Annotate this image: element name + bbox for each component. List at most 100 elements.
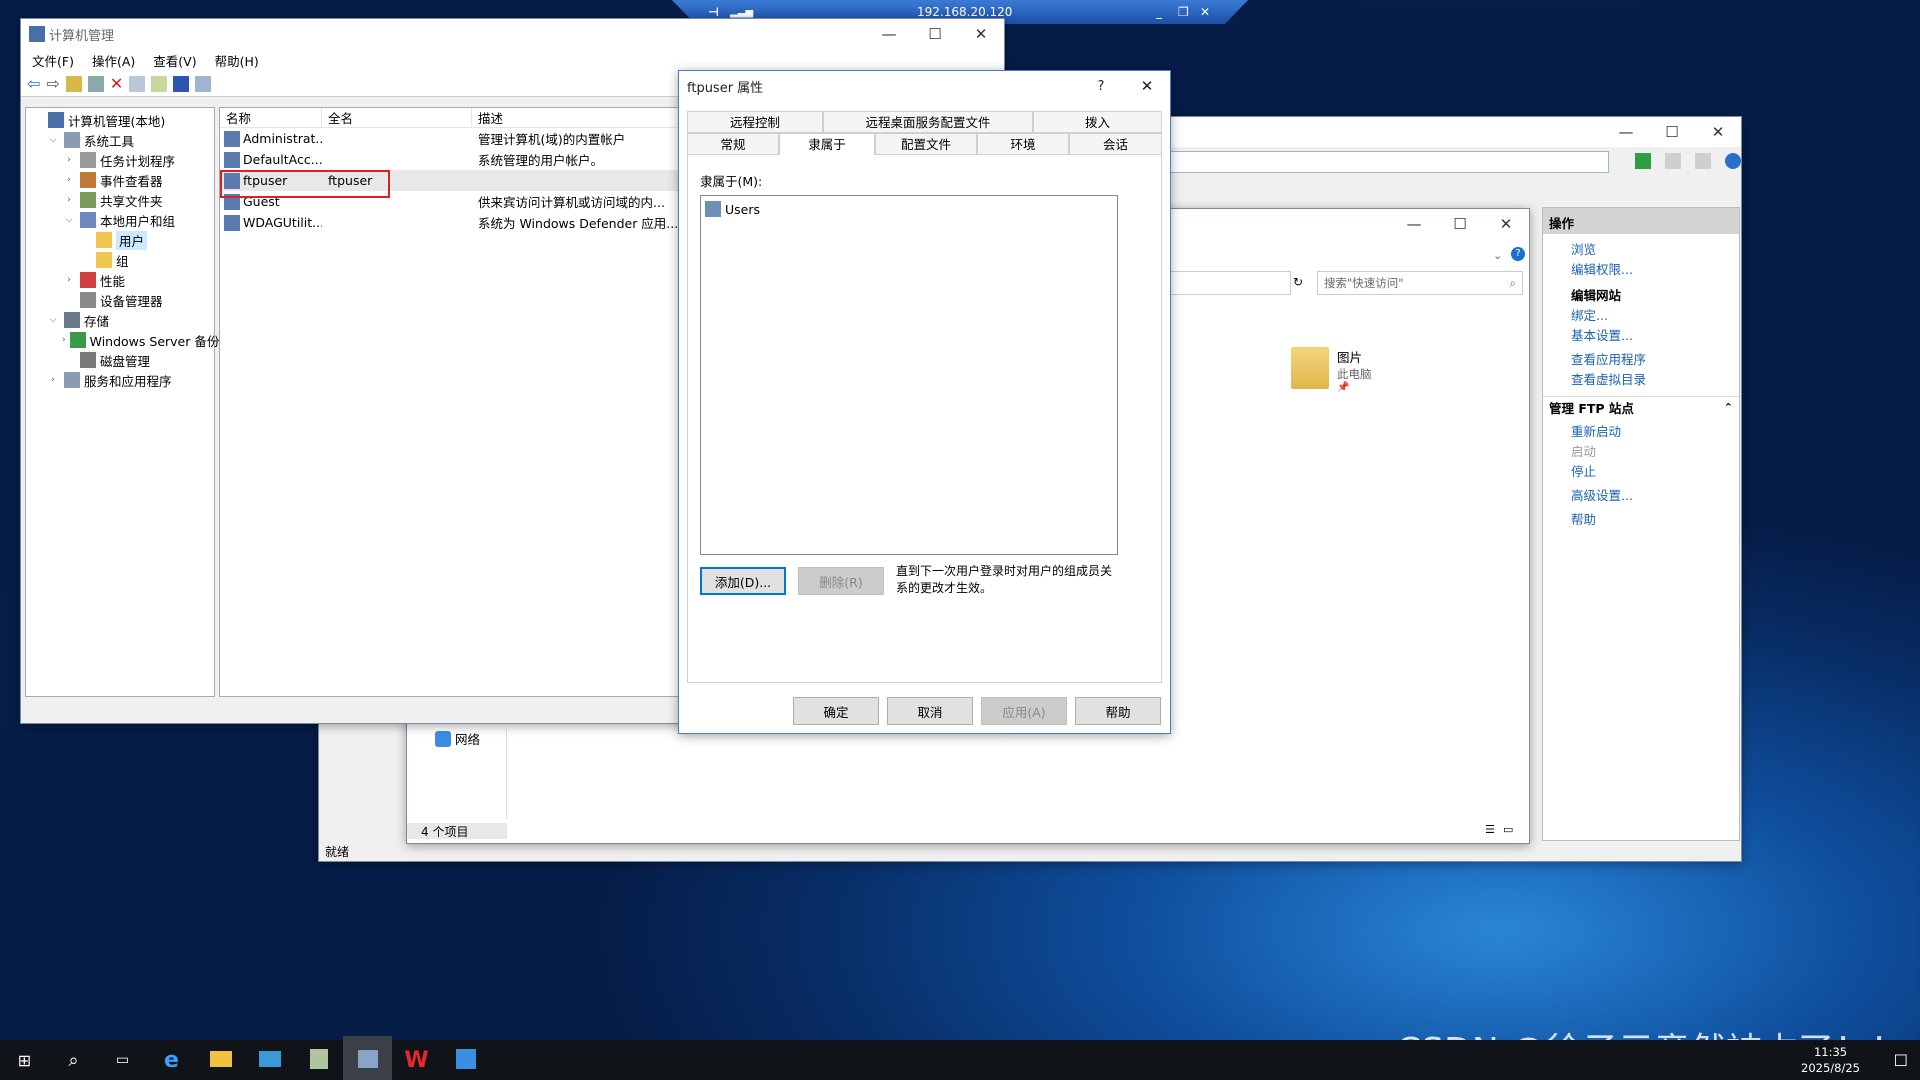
large-icons-view-icon[interactable]: ▭ xyxy=(1503,823,1513,836)
help-button[interactable]: 帮助 xyxy=(1075,697,1161,725)
tree-item[interactable]: › 性能 xyxy=(26,270,214,290)
tab-member-of[interactable]: 隶属于 xyxy=(779,133,875,155)
iis-minimize-button[interactable]: — xyxy=(1603,117,1649,147)
tree-item[interactable]: 用户 xyxy=(26,230,214,250)
properties-icon[interactable] xyxy=(129,75,146,92)
expand-icon[interactable]: › xyxy=(62,175,76,185)
tab-profile[interactable]: 配置文件 xyxy=(875,133,977,155)
tree-item[interactable]: 设备管理器 xyxy=(26,290,214,310)
forward-icon[interactable]: ⇨ xyxy=(46,74,59,93)
remote-close-icon[interactable]: ✕ xyxy=(1200,5,1210,19)
quick-access-pictures[interactable]: 图片 此电脑 📌 xyxy=(1291,347,1372,393)
details-view-icon[interactable]: ☰ xyxy=(1485,823,1495,836)
stop-link[interactable]: 停止 xyxy=(1571,460,1739,480)
collapse-icon[interactable]: ⌵ xyxy=(46,315,60,325)
task-view-button[interactable]: ▭ xyxy=(98,1036,147,1080)
tree-item[interactable]: › 服务和应用程序 xyxy=(26,370,214,390)
tree-item[interactable]: › Windows Server 备份 xyxy=(26,330,219,350)
advanced-settings-link[interactable]: 高级设置... xyxy=(1571,484,1739,504)
tree-item[interactable]: 计算机管理(本地) xyxy=(26,110,214,130)
maximize-button[interactable]: ☐ xyxy=(912,19,958,49)
minimize-button[interactable]: — xyxy=(866,19,912,49)
expand-icon[interactable]: › xyxy=(62,275,76,285)
explorer-maximize-button[interactable]: ☐ xyxy=(1437,209,1483,239)
dialog-close-button[interactable]: ✕ xyxy=(1124,77,1170,95)
taskbar-wps[interactable]: W xyxy=(392,1036,441,1080)
view-applications-link[interactable]: 查看应用程序 xyxy=(1571,348,1739,368)
remote-restore-icon[interactable]: ❐ xyxy=(1178,5,1189,19)
mmc-icon[interactable] xyxy=(195,75,212,92)
network-nav-item[interactable]: 网络 xyxy=(431,729,480,748)
browse-link[interactable]: 浏览 xyxy=(1571,238,1739,258)
home-icon[interactable] xyxy=(1695,153,1711,169)
bindings-link[interactable]: 绑定... xyxy=(1571,304,1739,324)
restart-link[interactable]: 重新启动 xyxy=(1571,420,1739,440)
tree-item[interactable]: › 事件查看器 xyxy=(26,170,214,190)
iis-maximize-button[interactable]: ☐ xyxy=(1649,117,1695,147)
pin-icon[interactable]: ⊣ xyxy=(708,5,719,19)
tree-item[interactable]: › 共享文件夹 xyxy=(26,190,214,210)
system-clock[interactable]: 11:35 2025/8/25 xyxy=(1801,1044,1860,1076)
view-virtual-dirs-link[interactable]: 查看虚拟目录 xyxy=(1571,368,1739,388)
tree-item[interactable]: 磁盘管理 xyxy=(26,350,214,370)
go-icon[interactable] xyxy=(1635,153,1651,169)
group-item-users[interactable]: Users xyxy=(705,200,1113,218)
tab-general[interactable]: 常规 xyxy=(687,133,779,155)
expand-icon[interactable]: › xyxy=(46,375,60,385)
show-hide-tree-icon[interactable] xyxy=(87,75,104,92)
taskbar-computer-management[interactable] xyxy=(343,1036,392,1080)
close-button[interactable]: ✕ xyxy=(958,19,1004,49)
taskbar-server-manager[interactable] xyxy=(294,1036,343,1080)
tab-dial-in[interactable]: 拨入 xyxy=(1033,111,1162,132)
help-icon[interactable] xyxy=(1725,153,1741,169)
tab-rds-profile[interactable]: 远程桌面服务配置文件 xyxy=(823,111,1033,132)
explorer-search-box[interactable]: 搜索"快速访问" ⌕ xyxy=(1317,271,1523,295)
taskbar-rdp[interactable] xyxy=(245,1036,294,1080)
refresh-icon[interactable]: ↻ xyxy=(1293,275,1303,289)
up-folder-icon[interactable] xyxy=(65,75,82,92)
ok-button[interactable]: 确定 xyxy=(793,697,879,725)
explorer-close-button[interactable]: ✕ xyxy=(1483,209,1529,239)
tree-item[interactable]: › 任务计划程序 xyxy=(26,150,214,170)
search-button[interactable]: ⌕ xyxy=(49,1036,98,1080)
expand-icon[interactable]: › xyxy=(62,195,76,205)
notification-icon[interactable]: ☐ xyxy=(1894,1051,1908,1070)
group-list[interactable]: Users xyxy=(700,195,1118,555)
menu-view[interactable]: 查看(V) xyxy=(144,51,205,70)
menu-file[interactable]: 文件(F) xyxy=(23,51,83,70)
collapse-icon[interactable]: ⌵ xyxy=(62,215,76,225)
iis-close-button[interactable]: ✕ xyxy=(1695,117,1741,147)
taskbar-ie[interactable]: e xyxy=(147,1036,196,1080)
tree-item[interactable]: 组 xyxy=(26,250,214,270)
explorer-minimize-button[interactable]: — xyxy=(1391,209,1437,239)
tree-item[interactable]: ⌵ 存储 xyxy=(26,310,214,330)
column-name[interactable]: 名称 xyxy=(220,108,322,127)
column-fullname[interactable]: 全名 xyxy=(322,108,472,127)
expand-icon[interactable]: › xyxy=(62,335,66,345)
tab-environment[interactable]: 环境 xyxy=(977,133,1069,155)
ribbon-expand-icon[interactable]: ⌄ xyxy=(1493,249,1502,262)
dialog-help-button[interactable]: ? xyxy=(1078,79,1124,94)
collapse-icon[interactable]: ⌵ xyxy=(46,135,60,145)
export-list-icon[interactable] xyxy=(151,75,168,92)
tab-sessions[interactable]: 会话 xyxy=(1069,133,1162,155)
tab-remote-control[interactable]: 远程控制 xyxy=(687,111,823,132)
basic-settings-link[interactable]: 基本设置... xyxy=(1571,324,1739,344)
taskbar-explorer[interactable] xyxy=(196,1036,245,1080)
help-icon[interactable] xyxy=(173,75,190,92)
tree-item[interactable]: ⌵ 系统工具 xyxy=(26,130,214,150)
remote-minimize-icon[interactable]: _ xyxy=(1156,5,1162,19)
back-icon[interactable]: ⇦ xyxy=(27,74,40,93)
expand-icon[interactable]: › xyxy=(62,155,76,165)
stop-icon[interactable] xyxy=(1665,153,1681,169)
delete-icon[interactable]: ✕ xyxy=(110,74,123,93)
iis-address-bar[interactable] xyxy=(1169,151,1609,173)
tree-item[interactable]: ⌵ 本地用户和组 xyxy=(26,210,214,230)
add-group-button[interactable]: 添加(D)... xyxy=(700,567,786,595)
explorer-help-icon[interactable]: ? xyxy=(1511,247,1525,261)
menu-action[interactable]: 操作(A) xyxy=(83,51,144,70)
taskbar-iis[interactable] xyxy=(441,1036,490,1080)
column-description[interactable]: 描述 xyxy=(472,108,682,127)
cancel-button[interactable]: 取消 xyxy=(887,697,973,725)
edit-permissions-link[interactable]: 编辑权限... xyxy=(1571,258,1739,278)
